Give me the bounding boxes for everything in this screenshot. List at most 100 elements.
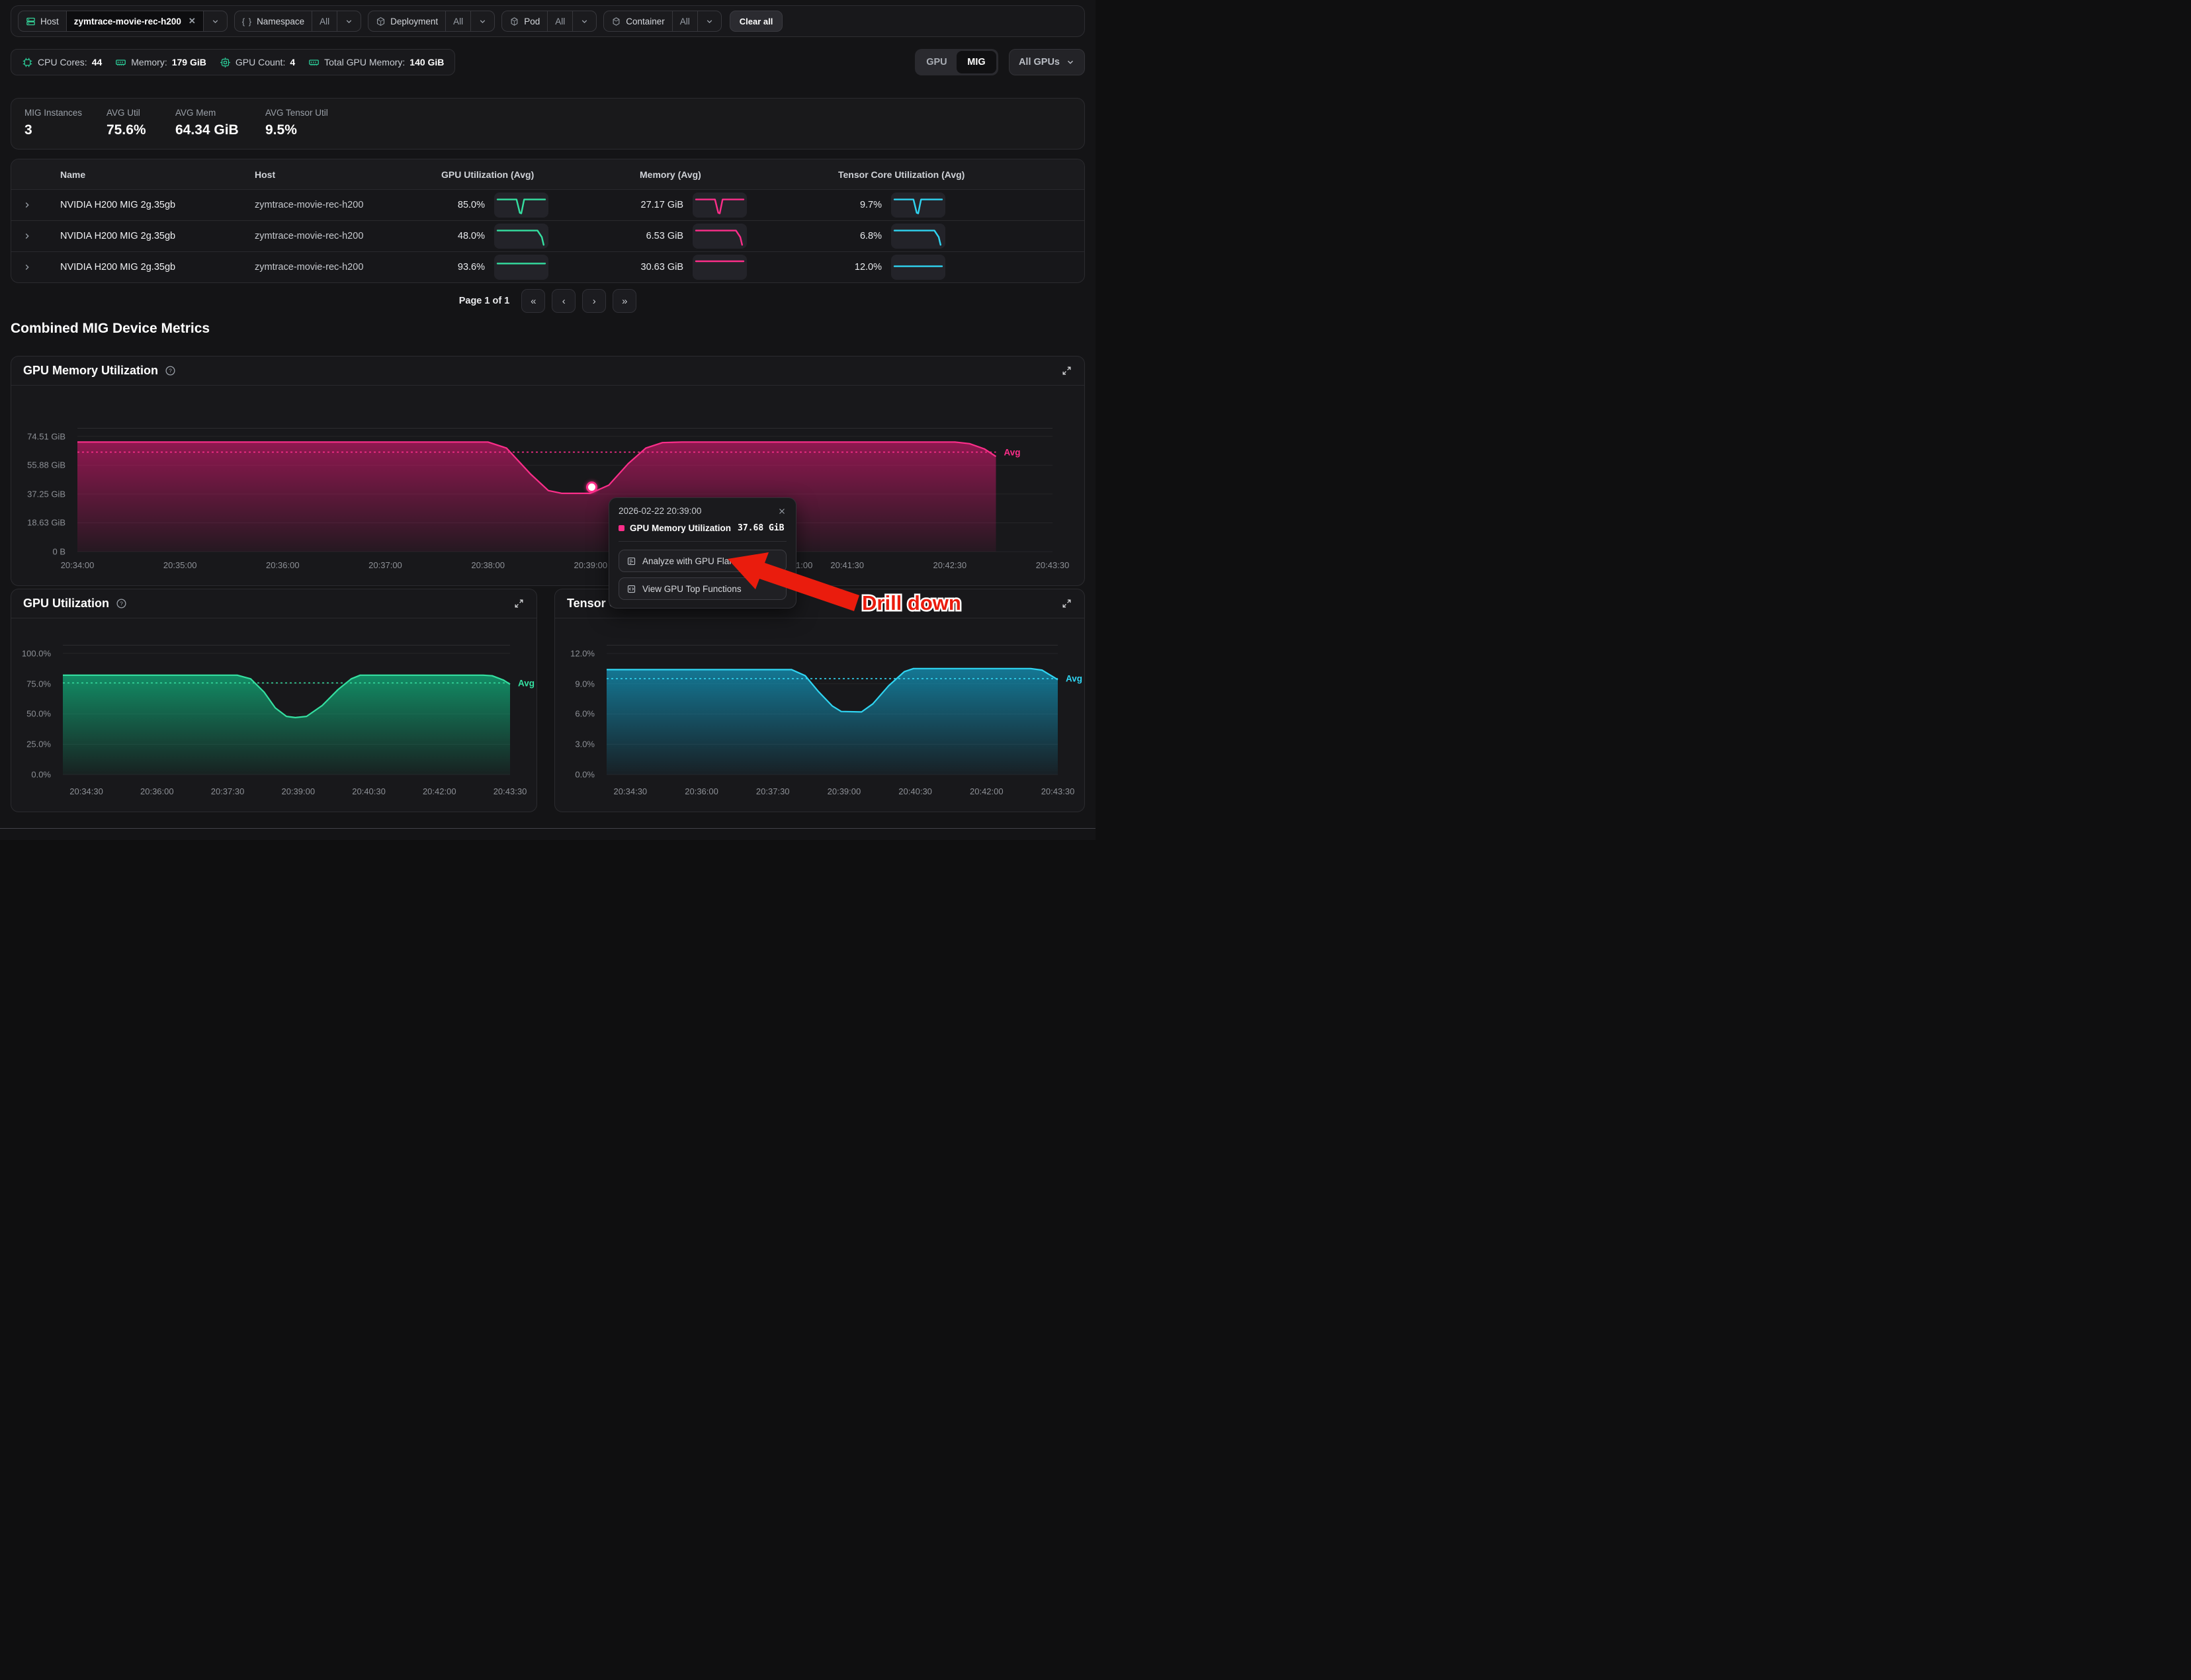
memory-value: 27.17 GiB [640, 200, 683, 210]
expand-chart-button[interactable] [513, 598, 525, 609]
close-icon[interactable] [777, 507, 787, 516]
memory-icon [115, 57, 126, 68]
chevron-down-icon [345, 17, 353, 26]
filter-namespace-title: Namespace [257, 17, 304, 26]
filter-container-value[interactable]: All [672, 11, 697, 31]
filter-deployment-dropdown[interactable] [470, 11, 494, 31]
stat-memory: Memory: 179 GiB [115, 57, 206, 68]
stat-label: Memory: [131, 57, 167, 67]
filter-host-value[interactable]: zymtrace-movie-rec-h200 ✕ [66, 11, 203, 31]
filter-deployment-label: Deployment [368, 11, 445, 31]
summary-value: 3 [24, 122, 88, 138]
filter-pod-dropdown[interactable] [572, 11, 596, 31]
y-axis-tick-label: 100.0% [22, 648, 51, 658]
page-indicator: Page 1 of 1 [459, 296, 510, 306]
filter-namespace: { } Namespace All [234, 11, 361, 32]
card-header: GPU Memory Utilization ? [11, 357, 1084, 386]
filter-namespace-value-text: All [320, 17, 329, 26]
card-title: GPU Utilization [23, 597, 109, 610]
device-host: zymtrace-movie-rec-h200 [239, 262, 428, 273]
gpu-utilization-chart[interactable]: Avg [63, 645, 510, 775]
toggle-gpu[interactable]: GPU [917, 51, 957, 73]
flamegraph-icon [626, 556, 636, 566]
filter-container-label: Container [604, 11, 672, 31]
view-top-functions-label: View GPU Top Functions [642, 584, 742, 594]
filter-pod-value[interactable]: All [547, 11, 572, 31]
first-page-button[interactable]: « [521, 289, 545, 313]
help-icon[interactable]: ? [165, 365, 176, 376]
tensor-value: 12.0% [838, 262, 882, 273]
filter-container-dropdown[interactable] [697, 11, 721, 31]
column-header-host: Host [239, 169, 428, 180]
tensor-core-chart[interactable]: Avg [607, 645, 1058, 775]
analyze-flamegraph-button[interactable]: Analyze with GPU Flamegraph [619, 550, 787, 572]
stat-cpu-cores: CPU Cores:44 [22, 57, 102, 68]
tooltip-series-row: GPU Memory Utilization 37.68 GiB [619, 523, 787, 533]
row-expand-icon[interactable] [11, 200, 43, 210]
x-axis-labels: 20:34:3020:36:0020:37:3020:39:0020:40:30… [607, 781, 1058, 798]
row-expand-icon[interactable] [11, 263, 43, 272]
filter-host-dropdown[interactable] [203, 11, 227, 31]
filter-deployment-title: Deployment [390, 17, 438, 26]
summary-value: 64.34 GiB [175, 122, 247, 138]
filter-host-value-text: zymtrace-movie-rec-h200 [74, 17, 181, 26]
remove-host-filter-icon[interactable]: ✕ [189, 16, 196, 26]
row-expand-icon[interactable] [11, 231, 43, 241]
y-axis-tick-label: 75.0% [26, 679, 51, 689]
filter-host-title: Host [40, 17, 59, 26]
filter-host: Host zymtrace-movie-rec-h200 ✕ [18, 11, 228, 32]
x-axis-tick-label: 20:43:30 [1036, 560, 1070, 570]
stat-value: 179 GiB [172, 57, 206, 67]
table-row[interactable]: NVIDIA H200 MIG 2g.35gb zymtrace-movie-r… [11, 189, 1084, 220]
filter-namespace-dropdown[interactable] [337, 11, 361, 31]
help-icon[interactable]: ? [116, 598, 127, 609]
avg-line-label: Avg [518, 678, 535, 688]
clear-all-button[interactable]: Clear all [730, 11, 783, 32]
tooltip-timestamp: 2026-02-22 20:39:00 [619, 506, 701, 516]
bottom-divider [0, 828, 1096, 829]
y-axis-tick-label: 0.0% [575, 770, 595, 780]
memory-sparkline [693, 224, 747, 249]
gpu-mig-toggle: GPU MIG [915, 49, 998, 75]
view-top-functions-button[interactable]: View GPU Top Functions [619, 577, 787, 600]
y-axis-tick-label: 25.0% [26, 739, 51, 749]
summary-avg-mem: AVG Mem 64.34 GiB [175, 108, 247, 140]
tooltip-series-value: 37.68 GiB [738, 523, 784, 533]
x-axis-tick-label: 20:36:00 [140, 786, 174, 796]
pagination: Page 1 of 1 « ‹ › » [0, 289, 1096, 313]
x-axis-tick-label: 20:39:00 [281, 786, 315, 796]
next-page-button[interactable]: › [582, 289, 606, 313]
last-page-button[interactable]: » [613, 289, 636, 313]
y-axis-tick-label: 55.88 GiB [27, 460, 65, 470]
x-axis-tick-label: 20:37:30 [756, 786, 790, 796]
gpu-utilization-card: GPU Utilization ? 100.0%75.0%50.0%25.0%0… [11, 589, 537, 812]
code-icon [626, 584, 636, 594]
card-header: GPU Utilization ? [11, 589, 537, 618]
prev-page-button[interactable]: ‹ [552, 289, 576, 313]
toggle-mig[interactable]: MIG [957, 51, 996, 73]
view-controls: GPU MIG All GPUs [915, 49, 1085, 75]
x-axis-tick-label: 20:37:30 [211, 786, 245, 796]
summary-value: 9.5% [265, 122, 328, 138]
expand-chart-button[interactable] [1061, 365, 1072, 376]
stat-label: Total GPU Memory: [324, 57, 405, 67]
series-color-swatch [619, 525, 624, 531]
expand-chart-button[interactable] [1061, 598, 1072, 609]
filter-namespace-value[interactable]: All [312, 11, 337, 31]
all-gpus-dropdown[interactable]: All GPUs [1009, 49, 1085, 75]
stat-total-gpu-memory: Total GPU Memory:140 GiB [308, 57, 444, 68]
filter-deployment-value[interactable]: All [445, 11, 470, 31]
y-axis-tick-label: 74.51 GiB [27, 431, 65, 441]
table-row[interactable]: NVIDIA H200 MIG 2g.35gb zymtrace-movie-r… [11, 251, 1084, 282]
summary-label: AVG Util [107, 108, 157, 118]
filter-host-label: Host [19, 11, 66, 31]
summary-value: 75.6% [107, 122, 157, 138]
x-axis-tick-label: 20:37:00 [368, 560, 402, 570]
gpu-memory-chart[interactable]: Avg [77, 428, 1053, 552]
table-row[interactable]: NVIDIA H200 MIG 2g.35gb zymtrace-movie-r… [11, 220, 1084, 251]
memory-value: 30.63 GiB [640, 262, 683, 273]
gpu-util-sparkline [494, 224, 548, 249]
memory-sparkline [693, 192, 747, 218]
x-axis-tick-label: 20:43:30 [1041, 786, 1075, 796]
gpu-util-value: 48.0% [441, 231, 485, 241]
